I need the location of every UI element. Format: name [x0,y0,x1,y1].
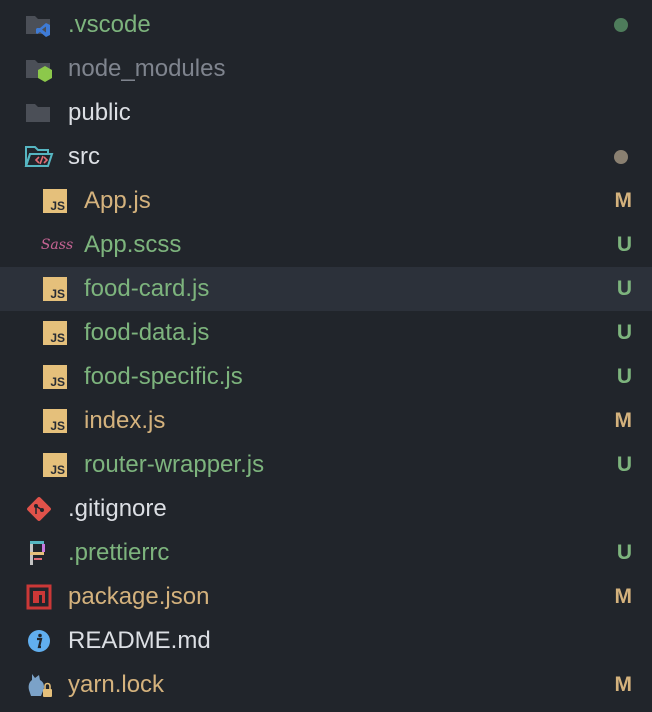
tree-item-food-specific-js[interactable]: JS food-specific.js U [0,355,652,399]
git-status-badge: U [616,277,632,300]
tree-item-app-scss[interactable]: Sass App.scss U [0,223,652,267]
tree-item-label: yarn.lock [68,671,165,698]
js-icon: JS [40,274,70,304]
tree-item-label: index.js [84,407,166,434]
tree-item-label: src [68,143,100,170]
tree-item-label: package.json [68,583,210,610]
tree-item-index-js[interactable]: JS index.js M [0,399,652,443]
js-icon: JS [40,450,70,480]
tree-item-node-modules-folder[interactable]: node_modules [0,47,652,91]
folder-icon [24,98,54,128]
info-icon [24,626,54,656]
git-status-badge: U [616,365,632,388]
git-status-badge: U [616,233,632,256]
src-folder-open-icon [24,142,54,172]
yarn-lock-icon [24,670,54,700]
tree-item-label: .vscode [68,11,151,38]
npm-icon [24,582,54,612]
tree-item-label: node_modules [68,55,226,82]
tree-item-label: food-data.js [84,319,210,346]
tree-item-label: food-specific.js [84,363,243,390]
git-status-badge: M [614,409,633,432]
tree-item-label: README.md [68,627,211,654]
git-status-badge: U [616,453,632,476]
tree-item-label: App.scss [84,231,182,258]
tree-item-yarn-lock[interactable]: yarn.lock M [0,663,652,707]
git-status-badge: U [616,541,632,564]
tree-item-prettierrc[interactable]: .prettierrc U [0,531,652,575]
tree-item-src-folder[interactable]: src [0,135,652,179]
status-dot [614,150,628,164]
tree-item-vscode-folder[interactable]: .vscode [0,3,652,47]
vscode-folder-icon [24,10,54,40]
tree-item-label: .gitignore [68,495,167,522]
git-icon [24,494,54,524]
prettier-icon [24,538,54,568]
tree-item-label: router-wrapper.js [84,451,265,478]
js-icon: JS [40,362,70,392]
status-dot [614,18,628,32]
tree-item-food-card-js[interactable]: JS food-card.js U [0,267,652,311]
js-icon: JS [40,318,70,348]
tree-item-router-wrapper-js[interactable]: JS router-wrapper.js U [0,443,652,487]
node-folder-icon [24,54,54,84]
tree-item-food-data-js[interactable]: JS food-data.js U [0,311,652,355]
tree-item-label: App.js [84,187,151,214]
tree-item-label: public [68,99,131,126]
tree-item-label: .prettierrc [68,539,170,566]
tree-item-app-js[interactable]: JS App.js M [0,179,652,223]
tree-item-label: food-card.js [84,275,210,302]
js-icon: JS [40,406,70,436]
file-explorer: .vscode node_modules public src JS App.j… [0,0,652,712]
js-icon: JS [40,186,70,216]
tree-item-package-json[interactable]: package.json M [0,575,652,619]
git-status-badge: U [616,321,632,344]
git-status-badge: M [614,189,633,212]
tree-item-gitignore[interactable]: .gitignore [0,487,652,531]
sass-icon: Sass [40,237,74,253]
tree-item-readme-md[interactable]: README.md [0,619,652,663]
git-status-badge: M [614,673,633,696]
git-status-badge: M [614,585,633,608]
tree-item-public-folder[interactable]: public [0,91,652,135]
